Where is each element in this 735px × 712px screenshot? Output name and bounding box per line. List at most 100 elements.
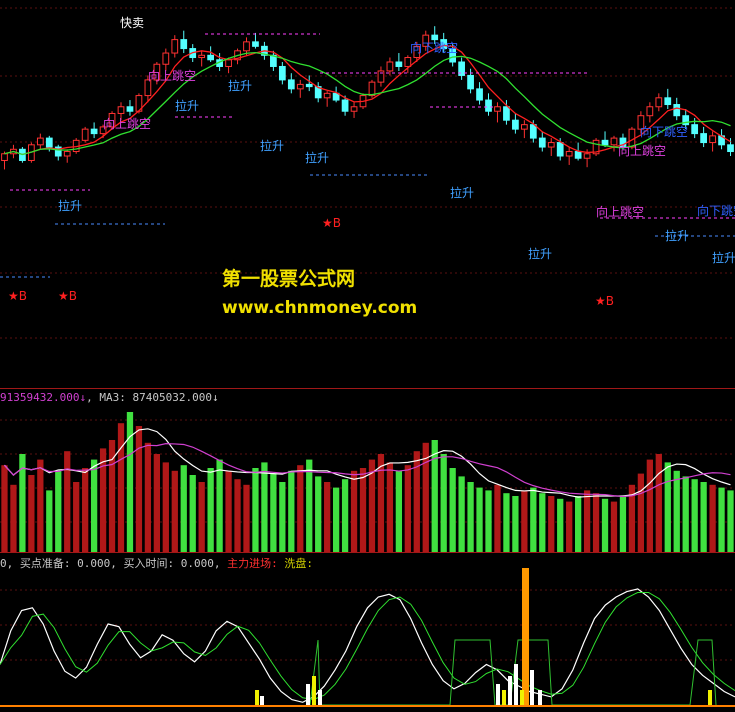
- signal-label-17: ★B: [8, 289, 27, 303]
- candle-body: [36, 137, 44, 146]
- candle-body: [467, 74, 474, 90]
- volume-bar: [144, 442, 152, 552]
- volume-bar: [324, 482, 331, 552]
- buy-prep-label: 买点准备:: [19, 557, 71, 570]
- volume-panel-top-border: [0, 388, 735, 389]
- volume-bar: [664, 462, 671, 552]
- volume-bar: [297, 465, 304, 552]
- volume-bar: [46, 490, 53, 552]
- volume-bar: [117, 423, 125, 552]
- candle-body: [503, 106, 510, 121]
- candle-body: [198, 54, 206, 59]
- volume-bar: [467, 482, 474, 552]
- candle-body: [601, 139, 609, 146]
- candle-body: [252, 41, 259, 47]
- candle-body: [512, 119, 519, 130]
- volume-bar: [288, 470, 295, 552]
- candle-body: [538, 137, 546, 148]
- volume-bar: [404, 465, 411, 552]
- candle-body: [664, 97, 672, 106]
- candle-body: [171, 39, 179, 54]
- volume-bar: [341, 479, 349, 552]
- volume-bar: [73, 482, 80, 552]
- signal-label-7: 向下跳空: [697, 203, 735, 218]
- volume-bar: [171, 470, 178, 552]
- candle-body: [341, 99, 349, 112]
- volume-bar: [548, 496, 555, 552]
- volume-bar: [601, 498, 609, 552]
- buy-time-value: 0.000,: [180, 557, 221, 570]
- volume-bar: [234, 479, 241, 552]
- candle-body: [225, 59, 232, 67]
- candle-body: [162, 52, 170, 65]
- volume-bar: [575, 496, 582, 552]
- volume-bar: [700, 482, 707, 552]
- signal-bar-6: [502, 690, 506, 705]
- candle-body: [673, 104, 681, 117]
- volume-bar: [216, 459, 223, 552]
- volume-bar: [1, 465, 8, 552]
- volume-bar: [10, 484, 17, 552]
- candle-body: [63, 151, 71, 157]
- watermark-url: www.chnmoney.com: [222, 298, 418, 318]
- signal-bar-4: [318, 690, 322, 705]
- volume-bar: [583, 490, 591, 552]
- candle-body: [386, 61, 394, 72]
- volume-bar: [512, 496, 519, 552]
- washout-spike: [522, 568, 529, 705]
- volume-bar: [198, 482, 205, 552]
- main-force-label: 主力进场:: [227, 557, 278, 570]
- candle-body: [81, 128, 89, 141]
- volume-bar: [637, 473, 645, 552]
- signal-label-14: 拉升: [528, 246, 552, 261]
- candle-body: [395, 61, 403, 67]
- volume-bar: [270, 473, 277, 552]
- ma3-label: MA3:: [99, 391, 126, 404]
- candle-body: [529, 124, 537, 139]
- volume-bar: [673, 470, 680, 552]
- signal-label-13: 拉升: [450, 185, 474, 200]
- signal-bar-8: [514, 664, 518, 705]
- volume-bar: [592, 493, 600, 552]
- volume-bar: [539, 493, 546, 552]
- washout-label: 洗盘:: [284, 557, 313, 570]
- volume-bar: [440, 454, 447, 552]
- volume-bar: [610, 501, 618, 552]
- signal-label-1: 向下跳空: [410, 40, 458, 55]
- volume-bar: [503, 493, 510, 552]
- volume-bar: [485, 490, 492, 552]
- candle-body: [431, 34, 439, 41]
- buy-time-label: 买入时间:: [123, 557, 175, 570]
- buy-prep-value: 0.000,: [77, 557, 117, 570]
- volume-bar: [279, 482, 286, 552]
- signal-label-18: ★B: [58, 289, 77, 303]
- candle-body: [1, 153, 8, 161]
- candle-body: [207, 54, 215, 61]
- volume-bar: [709, 484, 716, 552]
- candle-body: [126, 106, 134, 112]
- signal-label-15: 拉升: [665, 228, 689, 243]
- signal-label-9: 拉升: [175, 98, 199, 113]
- candle-body: [565, 151, 573, 157]
- signal-bar-2: [306, 684, 310, 705]
- volume-bar: [476, 487, 483, 552]
- ma3-value: 87405032.000: [132, 391, 212, 404]
- signal-label-16: 拉升: [712, 250, 735, 265]
- volume-bar: [619, 496, 627, 552]
- header-separator: ,: [86, 391, 93, 404]
- signal-label-19: ★B: [322, 216, 341, 230]
- signal-label-4: 向上跳空: [618, 143, 666, 158]
- candle-body: [520, 124, 528, 130]
- indicator-panel-header: 0, 买点准备: 0.000, 买入时间: 0.000, 主力进场: 洗盘:: [0, 555, 313, 571]
- volume-bar: [646, 459, 653, 552]
- candle-body: [368, 81, 376, 97]
- candle-body: [243, 41, 250, 52]
- volume-bar: [261, 462, 268, 552]
- volume-bar: [395, 470, 403, 552]
- candle-body: [485, 99, 492, 112]
- chart-stage: 快卖向下跳空向上跳空向上跳空向上跳空向上跳空向下跳空向下跳空拉升拉升拉升拉升拉升…: [0, 0, 735, 708]
- candle-body: [691, 124, 699, 135]
- volume-bar: [82, 468, 89, 552]
- candle-body: [45, 137, 53, 148]
- candle-body: [709, 135, 716, 144]
